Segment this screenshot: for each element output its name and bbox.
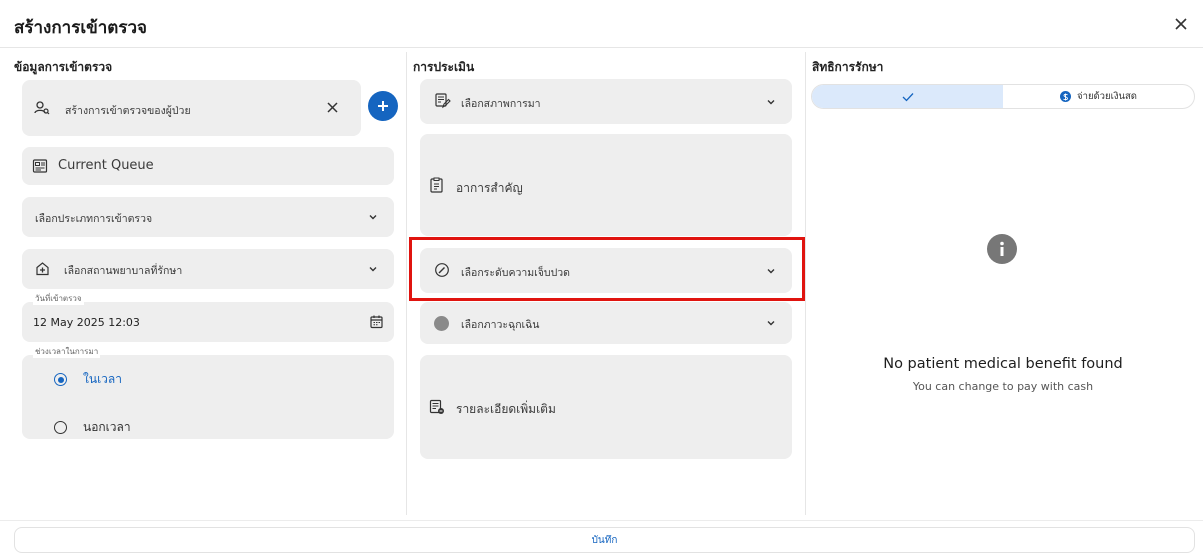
status-dot-icon — [434, 316, 449, 331]
chevron-down-icon — [366, 262, 380, 276]
add-patient-button[interactable] — [368, 91, 398, 121]
radio-button-selected[interactable] — [54, 373, 67, 386]
clipboard-edit-icon — [434, 92, 451, 109]
pain-level-select[interactable]: เลือกระดับความเจ็บปวด — [420, 248, 792, 293]
close-button[interactable] — [1171, 14, 1191, 34]
save-button[interactable]: บันทึก — [14, 527, 1195, 553]
details-field[interactable]: รายละเอียดเพิ่มเติม — [420, 355, 792, 459]
info-icon — [987, 234, 1017, 264]
gauge-icon — [434, 262, 450, 278]
emergency-select[interactable]: เลือกภาวะฉุกเฉิน — [420, 302, 792, 344]
queue-card-icon — [32, 158, 48, 174]
clear-icon[interactable] — [326, 101, 339, 114]
radio-button[interactable] — [54, 421, 67, 434]
dialog-title: สร้างการเข้าตรวจ — [14, 18, 147, 38]
visit-type-select[interactable]: เลือกประเภทการเข้าตรวจ — [22, 197, 394, 237]
chief-complaint-label: อาการสำคัญ — [456, 181, 523, 195]
dialog-header: สร้างการเข้าตรวจ — [0, 0, 1203, 48]
empty-state-subtitle: You can change to pay with cash — [912, 380, 1094, 393]
chevron-down-icon — [764, 95, 778, 109]
section-title-rights: สิทธิการรักษา — [812, 60, 884, 74]
section-title-examination: ข้อมูลการเข้าตรวจ — [14, 60, 113, 74]
visit-date-value: 12 May 2025 12:03 — [33, 316, 140, 329]
dollar-icon — [1060, 91, 1072, 102]
plus-icon — [378, 101, 388, 111]
hospital-icon — [35, 261, 50, 276]
close-icon — [1175, 18, 1187, 30]
pain-level-label: เลือกระดับความเจ็บปวด — [461, 267, 570, 279]
section-title-assessment: การประเมิน — [413, 60, 475, 74]
radio-label-out-of-hours: นอกเวลา — [83, 420, 131, 434]
hospital-select[interactable]: เลือกสถานพยาบาลที่รักษา — [22, 249, 394, 289]
chief-complaint-field[interactable]: อาการสำคัญ — [420, 134, 792, 236]
arrival-status-label: เลือกสภาพการมา — [461, 98, 541, 110]
chevron-down-icon — [764, 264, 778, 278]
toggle-cash-option[interactable]: จ่ายด้วยเงินสด — [1003, 85, 1194, 108]
clipboard-icon — [429, 177, 444, 193]
check-icon — [902, 92, 913, 101]
current-queue-label: Current Queue — [58, 158, 154, 173]
visit-date-caption: วันที่เข้าตรวจ — [33, 292, 84, 305]
column-divider — [406, 52, 407, 515]
details-label: รายละเอียดเพิ่มเติม — [456, 402, 556, 416]
toggle-benefit-option[interactable] — [812, 85, 1003, 108]
radio-in-hours[interactable]: ในเวลา — [54, 370, 122, 389]
column-divider — [805, 52, 806, 515]
hospital-label: เลือกสถานพยาบาลที่รักษา — [64, 265, 183, 277]
payment-toggle[interactable]: จ่ายด้วยเงินสด — [811, 84, 1195, 109]
cash-option-label: จ่ายด้วยเงินสด — [1077, 91, 1137, 102]
calendar-icon[interactable] — [369, 314, 384, 329]
footer-divider — [0, 520, 1203, 521]
notes-icon — [429, 399, 445, 415]
time-period-caption: ช่วงเวลาในการมา — [33, 345, 101, 358]
empty-state-title: No patient medical benefit found — [883, 356, 1123, 372]
patient-visit-label: สร้างการเข้าตรวจของผู้ป่วย — [65, 105, 191, 117]
arrival-status-select[interactable]: เลือกสภาพการมา — [420, 79, 792, 124]
person-search-icon — [34, 100, 50, 116]
emergency-label: เลือกภาวะฉุกเฉิน — [461, 319, 540, 331]
patient-visit-field[interactable]: สร้างการเข้าตรวจของผู้ป่วย — [22, 80, 361, 136]
visit-date-field[interactable]: 12 May 2025 12:03 — [22, 302, 394, 342]
current-queue-field[interactable]: Current Queue — [22, 147, 394, 185]
radio-label-in-hours: ในเวลา — [83, 372, 122, 386]
chevron-down-icon — [366, 210, 380, 224]
chevron-down-icon — [764, 316, 778, 330]
visit-type-label: เลือกประเภทการเข้าตรวจ — [35, 213, 153, 225]
radio-out-of-hours[interactable]: นอกเวลา — [54, 418, 131, 437]
